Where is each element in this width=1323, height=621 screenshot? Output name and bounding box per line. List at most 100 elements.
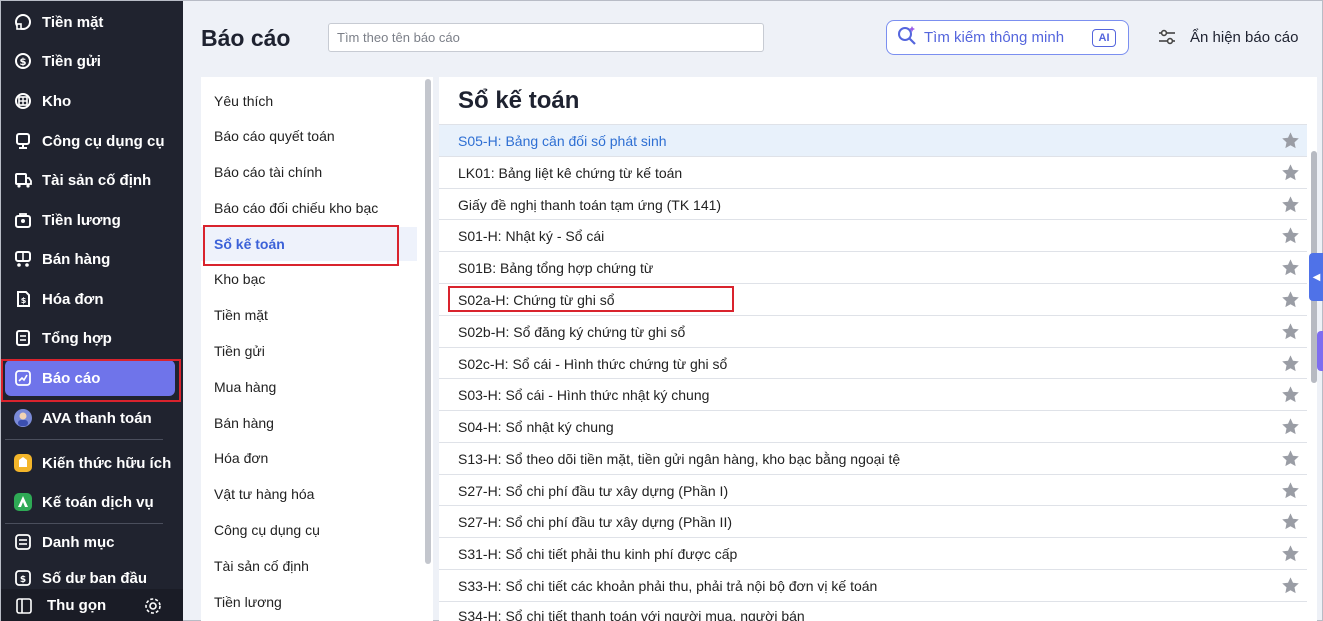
truck-icon	[13, 170, 33, 190]
category-item-fixed-assets[interactable]: Tài sản cố định	[201, 549, 417, 583]
sidebar-item-salary[interactable]: Tiền lương	[5, 202, 175, 238]
category-item-treasury-reconciliation[interactable]: Báo cáo đối chiếu kho bạc	[201, 191, 417, 225]
report-row[interactable]: S31-H: Sổ chi tiết phải thu kinh phí đượ…	[439, 537, 1307, 569]
sidebar-item-label: Tiền mặt	[42, 13, 104, 31]
star-icon[interactable]	[1281, 481, 1300, 500]
star-icon[interactable]	[1281, 385, 1300, 404]
report-row[interactable]: S02b-H: Sổ đăng ký chứng từ ghi sổ	[439, 315, 1307, 347]
report-section-title: Sổ kế toán	[458, 87, 580, 114]
category-item-salary[interactable]: Tiền lương	[201, 585, 417, 619]
highlight-box-ledger-category	[203, 225, 399, 266]
report-row-label[interactable]: S27-H: Sổ chi phí đầu tư xây dựng (Phần …	[458, 514, 732, 530]
star-icon[interactable]	[1281, 449, 1300, 468]
highlight-box-s02a-report	[448, 286, 734, 312]
report-row-label[interactable]: S01B: Bảng tổng hợp chứng từ	[458, 260, 653, 276]
report-row-label[interactable]: S27-H: Sổ chi phí đầu tư xây dựng (Phần …	[458, 483, 728, 499]
star-icon[interactable]	[1281, 354, 1300, 373]
star-icon[interactable]	[1281, 417, 1300, 436]
sidebar-item-ava-payment[interactable]: AVA thanh toán	[5, 400, 175, 436]
category-item-tools[interactable]: Công cụ dụng cụ	[201, 513, 417, 547]
report-row[interactable]: S04-H: Sổ nhật ký chung	[439, 410, 1307, 442]
report-row-label[interactable]: S04-H: Sổ nhật ký chung	[458, 419, 614, 435]
sidebar-item-tools[interactable]: Công cụ dụng cụ	[5, 123, 175, 159]
report-row-label[interactable]: S13-H: Sổ theo dõi tiền mặt, tiền gửi ng…	[458, 451, 900, 467]
category-item-treasury[interactable]: Kho bạc	[201, 262, 417, 296]
sidebar-item-deposit[interactable]: $ Tiền gửi	[5, 43, 175, 79]
salary-icon	[13, 210, 33, 230]
report-row-label[interactable]: S01-H: Nhật ký - Sổ cái	[458, 228, 604, 244]
star-icon[interactable]	[1281, 163, 1300, 182]
balance-icon: $	[13, 568, 33, 588]
sidebar-item-label: Tổng hợp	[42, 329, 112, 347]
collapse-icon[interactable]	[15, 597, 33, 615]
cash-icon	[13, 12, 33, 32]
report-row-label[interactable]: S05-H: Bảng cân đối số phát sinh	[458, 133, 667, 149]
sidebar-item-catalog[interactable]: Danh mục	[5, 524, 175, 560]
tools-icon	[13, 131, 33, 151]
ai-badge: AI	[1092, 29, 1116, 47]
sidebar-item-label: Tài sản cố định	[42, 171, 152, 189]
report-row[interactable]: S03-H: Sổ cái - Hình thức nhật ký chung	[439, 378, 1307, 410]
sidebar-item-summary[interactable]: Tổng hợp	[5, 320, 175, 356]
category-scrollbar[interactable]	[425, 79, 431, 564]
report-list-panel: Sổ kế toán S05-H: Bảng cân đối số phát s…	[439, 77, 1317, 621]
report-row-label[interactable]: S02c-H: Sổ cái - Hình thức chứng từ ghi …	[458, 356, 727, 372]
sidebar-item-label: Kho	[42, 92, 72, 110]
sidebar-item-knowledge[interactable]: Kiến thức hữu ích	[5, 445, 175, 481]
side-panel-toggle[interactable]: ◀	[1309, 253, 1323, 301]
category-item-settlement[interactable]: Báo cáo quyết toán	[201, 119, 417, 153]
category-item-financial[interactable]: Báo cáo tài chính	[201, 155, 417, 189]
warehouse-icon	[13, 91, 33, 111]
report-row[interactable]: S27-H: Sổ chi phí đầu tư xây dựng (Phần …	[439, 474, 1307, 506]
category-item-favorites[interactable]: Yêu thích	[201, 84, 417, 118]
category-item-invoice[interactable]: Hóa đơn	[201, 441, 417, 475]
sidebar-item-fixed-assets[interactable]: Tài sản cố định	[5, 162, 175, 198]
report-row-label[interactable]: Giấy đề nghị thanh toán tạm ứng (TK 141)	[458, 197, 721, 213]
report-row[interactable]: S33-H: Sổ chi tiết các khoản phải thu, p…	[439, 569, 1307, 601]
report-row-label[interactable]: LK01: Bảng liệt kê chứng từ kế toán	[458, 165, 682, 181]
sidebar-item-accounting-service[interactable]: Kế toán dịch vụ	[5, 484, 175, 520]
category-item-deposit[interactable]: Tiền gửi	[201, 334, 417, 368]
collapse-label[interactable]: Thu gọn	[47, 597, 106, 614]
sidebar-item-invoice[interactable]: $ Hóa đơn	[5, 281, 175, 317]
star-icon[interactable]	[1281, 576, 1300, 595]
report-row-label[interactable]: S33-H: Sổ chi tiết các khoản phải thu, p…	[458, 578, 877, 594]
star-icon[interactable]	[1281, 195, 1300, 214]
sidebar-item-label: Kế toán dịch vụ	[42, 493, 154, 511]
star-icon[interactable]	[1281, 322, 1300, 341]
star-icon[interactable]	[1281, 290, 1300, 309]
sidebar-item-label: Tiền gửi	[42, 52, 101, 70]
report-row-label[interactable]: S02b-H: Sổ đăng ký chứng từ ghi sổ	[458, 324, 685, 340]
report-row[interactable]: S34-H: Sổ chi tiết thanh toán với người …	[439, 601, 1307, 621]
sidebar-item-cash[interactable]: Tiền mặt	[5, 4, 175, 40]
star-icon[interactable]	[1281, 258, 1300, 277]
report-row-label[interactable]: S31-H: Sổ chi tiết phải thu kinh phí đượ…	[458, 546, 737, 562]
star-icon[interactable]	[1281, 131, 1300, 150]
report-row[interactable]: S01-H: Nhật ký - Sổ cái	[439, 219, 1307, 251]
report-row[interactable]: LK01: Bảng liệt kê chứng từ kế toán	[439, 156, 1307, 188]
star-icon[interactable]	[1281, 544, 1300, 563]
star-icon[interactable]	[1281, 512, 1300, 531]
sidebar-collapse-bar[interactable]: Thu gọn	[1, 589, 183, 621]
category-item-goods[interactable]: Vật tư hàng hóa	[201, 477, 417, 511]
report-row[interactable]: S27-H: Sổ chi phí đầu tư xây dựng (Phần …	[439, 505, 1307, 537]
sidebar-item-sales[interactable]: Bán hàng	[5, 241, 175, 277]
report-row-label[interactable]: S03-H: Sổ cái - Hình thức nhật ký chung	[458, 387, 709, 403]
report-row[interactable]: Giấy đề nghị thanh toán tạm ứng (TK 141)	[439, 188, 1307, 220]
smart-search-button[interactable]: Tìm kiếm thông minh AI	[886, 20, 1129, 55]
category-item-sales[interactable]: Bán hàng	[201, 406, 417, 440]
toggle-reports-button[interactable]: Ẩn hiện báo cáo	[1157, 27, 1298, 47]
report-row[interactable]: S02c-H: Sổ cái - Hình thức chứng từ ghi …	[439, 347, 1307, 379]
category-item-cash[interactable]: Tiền mặt	[201, 298, 417, 332]
gear-icon[interactable]	[144, 597, 162, 615]
report-row[interactable]: S01B: Bảng tổng hợp chứng từ	[439, 251, 1307, 283]
star-icon[interactable]	[1281, 226, 1300, 245]
report-row[interactable]: S05-H: Bảng cân đối số phát sinh	[439, 124, 1307, 156]
category-item-purchase[interactable]: Mua hàng	[201, 370, 417, 404]
report-row-label[interactable]: S34-H: Sổ chi tiết thanh toán với người …	[458, 608, 805, 621]
report-search-input[interactable]	[328, 23, 764, 52]
sidebar-item-warehouse[interactable]: Kho	[5, 83, 175, 119]
service-icon	[13, 492, 33, 512]
report-row[interactable]: S13-H: Sổ theo dõi tiền mặt, tiền gửi ng…	[439, 442, 1307, 474]
side-panel-handle[interactable]	[1317, 331, 1323, 371]
